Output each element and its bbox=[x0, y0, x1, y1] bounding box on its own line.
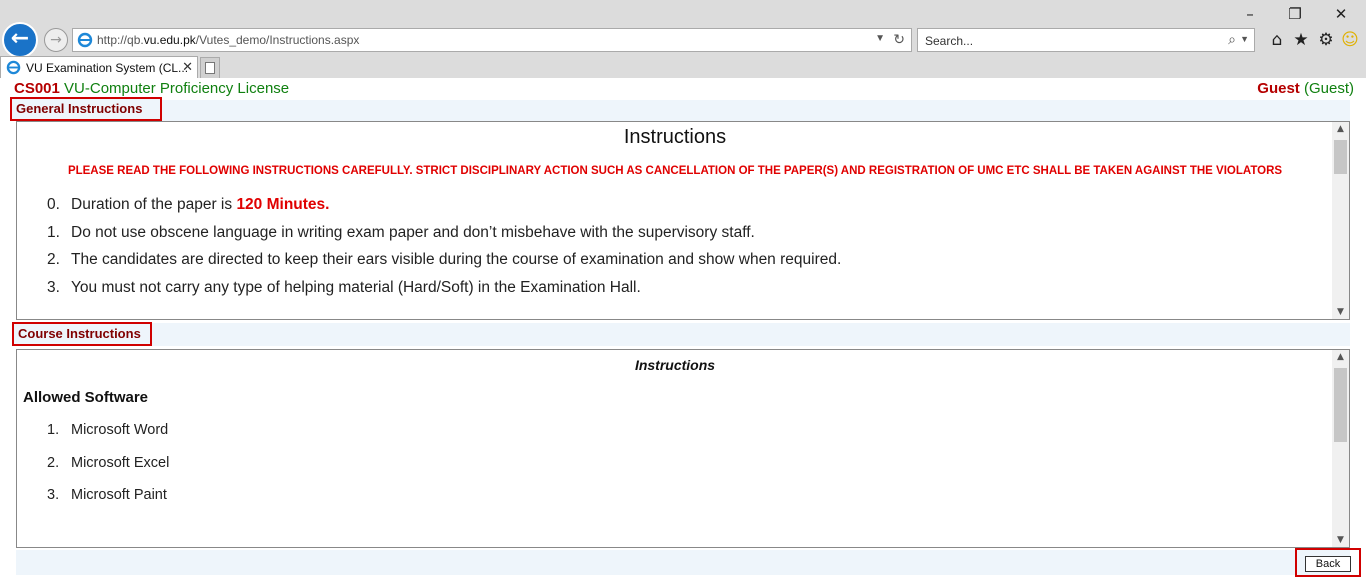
course-header: CS001 VU-Computer Proficiency License bbox=[14, 80, 289, 97]
list-number: 1. bbox=[47, 422, 60, 438]
list-item: 2. Microsoft Excel bbox=[47, 455, 169, 471]
tab-title: VU Examination System (CL... bbox=[26, 61, 189, 75]
close-icon[interactable]: ✕ bbox=[1331, 5, 1351, 23]
scroll-down-icon[interactable]: ▼ bbox=[1332, 535, 1349, 545]
list-number: 2. bbox=[47, 251, 60, 268]
new-tab-icon[interactable] bbox=[200, 57, 220, 78]
refresh-icon[interactable]: ↻ bbox=[893, 31, 905, 48]
back-button[interactable]: Back bbox=[1305, 556, 1351, 572]
forward-arrow-icon[interactable]: → bbox=[44, 28, 68, 52]
close-icon[interactable]: ✕ bbox=[182, 59, 193, 75]
list-number: 1. bbox=[47, 224, 60, 241]
chevron-down-icon[interactable]: ▼ bbox=[1240, 34, 1249, 44]
duration-highlight: 120 Minutes. bbox=[236, 196, 330, 213]
general-instructions-panel[interactable]: Instructions PLEASE READ THE FOLLOWING I… bbox=[16, 121, 1350, 320]
course-code: CS001 bbox=[14, 80, 60, 97]
list-item: 3. Microsoft Paint bbox=[47, 487, 167, 503]
search-input[interactable]: Search... bbox=[925, 34, 973, 48]
general-instructions-title: Instructions bbox=[623, 126, 727, 148]
scrollbar[interactable]: ▲ ▼ bbox=[1332, 122, 1349, 319]
list-text: Duration of the paper is bbox=[71, 196, 237, 213]
list-text: You must not carry any type of helping m… bbox=[71, 279, 641, 296]
back-button-highlight: Back bbox=[1295, 548, 1361, 577]
list-text: Microsoft Paint bbox=[71, 487, 167, 503]
list-number: 3. bbox=[47, 487, 60, 503]
restore-icon[interactable]: ❐ bbox=[1285, 5, 1305, 23]
scrollbar-thumb[interactable] bbox=[1334, 140, 1347, 174]
ie-logo-icon bbox=[77, 32, 93, 48]
scrollbar-thumb[interactable] bbox=[1334, 368, 1347, 442]
chevron-down-icon[interactable]: ▼ bbox=[875, 33, 885, 44]
scroll-up-icon[interactable]: ▲ bbox=[1332, 124, 1349, 134]
allowed-software-heading: Allowed Software bbox=[23, 389, 149, 406]
ie-logo-icon bbox=[6, 60, 21, 75]
browser-chrome: – ❐ ✕ ← → http://qb.vu.edu.pk/Vutes_demo… bbox=[0, 0, 1366, 78]
scroll-down-icon[interactable]: ▼ bbox=[1332, 307, 1349, 317]
list-number: 3. bbox=[47, 279, 60, 296]
list-item: 1. Do not use obscene language in writing… bbox=[47, 224, 755, 242]
user-name: Guest bbox=[1257, 80, 1300, 97]
list-number: 2. bbox=[47, 455, 60, 471]
browser-tab[interactable]: VU Examination System (CL... ✕ bbox=[0, 56, 198, 78]
scrollbar[interactable]: ▲ ▼ bbox=[1332, 350, 1349, 547]
minimize-icon[interactable]: – bbox=[1240, 5, 1260, 23]
list-item: 0. Duration of the paper is 120 Minutes. bbox=[47, 196, 329, 214]
general-instructions-label: General Instructions bbox=[10, 97, 162, 121]
list-text: The candidates are directed to keep thei… bbox=[71, 251, 842, 268]
course-instructions-panel[interactable]: Instructions Allowed Software 1. Microsof… bbox=[16, 349, 1350, 548]
back-arrow-icon[interactable]: ← bbox=[2, 22, 38, 58]
address-url[interactable]: http://qb.vu.edu.pk/Vutes_demo/Instructi… bbox=[97, 33, 359, 47]
footer-band bbox=[16, 550, 1350, 575]
list-number: 0. bbox=[47, 196, 60, 213]
list-text: Microsoft Word bbox=[71, 422, 169, 438]
home-icon[interactable]: ⌂ bbox=[1267, 30, 1287, 50]
list-text: Microsoft Excel bbox=[71, 455, 170, 471]
scroll-up-icon[interactable]: ▲ bbox=[1332, 352, 1349, 362]
course-instructions-label: Course Instructions bbox=[12, 322, 152, 346]
search-box[interactable]: Search... ⌕ ▼ bbox=[917, 28, 1255, 52]
smiley-feedback-icon[interactable]: ☺ bbox=[1340, 30, 1360, 50]
course-name: VU-Computer Proficiency License bbox=[64, 80, 290, 97]
search-icon[interactable]: ⌕ bbox=[1228, 31, 1236, 48]
user-header: Guest (Guest) bbox=[1257, 80, 1354, 97]
user-role: (Guest) bbox=[1303, 80, 1354, 97]
general-section-band bbox=[16, 100, 1350, 121]
list-item: 3. You must not carry any type of helping… bbox=[47, 279, 641, 297]
favorites-star-icon[interactable]: ★ bbox=[1291, 30, 1311, 50]
address-bar[interactable]: http://qb.vu.edu.pk/Vutes_demo/Instructi… bbox=[72, 28, 912, 52]
course-instructions-title: Instructions bbox=[634, 357, 716, 373]
list-item: 1. Microsoft Word bbox=[47, 422, 168, 438]
warning-text: PLEASE READ THE FOLLOWING INSTRUCTIONS C… bbox=[67, 165, 1283, 177]
settings-gear-icon[interactable]: ⚙ bbox=[1316, 30, 1336, 50]
list-item: 2. The candidates are directed to keep th… bbox=[47, 251, 841, 269]
list-text: Do not use obscene language in writing e… bbox=[71, 224, 755, 241]
course-section-band bbox=[16, 323, 1350, 346]
